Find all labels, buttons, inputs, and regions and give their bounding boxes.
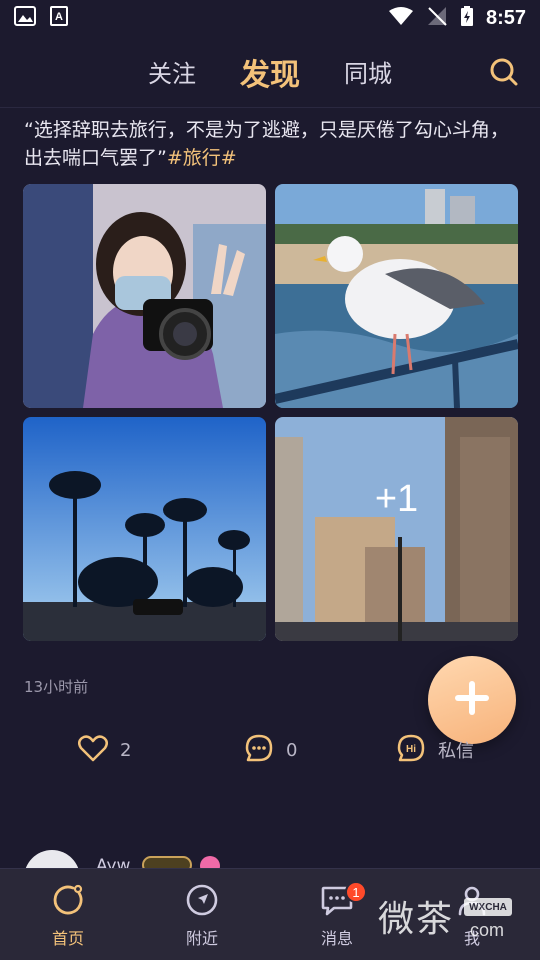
battery-charging-icon: [460, 5, 474, 31]
watermark-sub: com: [470, 920, 505, 940]
like-button[interactable]: 2: [78, 730, 131, 770]
home-icon: [51, 883, 85, 921]
direct-message-button[interactable]: Hi 私信: [396, 730, 474, 770]
no-signal-icon: [426, 6, 448, 30]
next-post-header[interactable]: Ayw: [24, 850, 324, 906]
comment-button[interactable]: 0: [244, 730, 297, 770]
photo-2[interactable]: [275, 184, 518, 408]
status-bar: A 8:57: [0, 0, 540, 36]
post-body: “选择辞职去旅行，不是为了逃避，只是厌倦了勾心斗角，出去喘口气罢了”: [24, 119, 509, 169]
tab-following[interactable]: 关注: [148, 54, 196, 89]
hashtag-link[interactable]: #旅行#: [167, 147, 237, 169]
nav-messages[interactable]: 1 消息: [297, 881, 377, 949]
nav-messages-label: 消息: [320, 929, 353, 948]
nav-nearby[interactable]: 附近: [162, 883, 242, 949]
nav-home[interactable]: 首页: [28, 883, 108, 949]
site-watermark: 微茶 WXCHA com: [378, 888, 528, 948]
clock: 8:57: [485, 6, 526, 29]
unread-badge: 1: [345, 881, 367, 903]
heart-icon: [78, 734, 108, 766]
hi-chat-icon: Hi: [396, 733, 426, 767]
svg-text:Hi: Hi: [406, 744, 416, 755]
search-icon[interactable]: [488, 56, 520, 88]
tab-discover[interactable]: 发现: [240, 50, 300, 94]
dm-label: 私信: [438, 741, 474, 762]
comment-count: 0: [286, 739, 298, 761]
photo-1[interactable]: [23, 184, 266, 408]
gallery-icon: [14, 6, 36, 30]
nearby-icon: [185, 883, 219, 921]
comment-icon: [244, 733, 274, 767]
wifi-icon: [388, 6, 414, 30]
nav-home-label: 首页: [51, 929, 84, 948]
post-text[interactable]: “选择辞职去旅行，不是为了逃避，只是厌倦了勾心斗角，出去喘口气罢了”#旅行#: [24, 116, 516, 172]
watermark-text: 微茶: [378, 899, 455, 940]
font-app-icon: A: [50, 6, 68, 30]
like-count: 2: [120, 739, 132, 761]
photo-4[interactable]: +1: [275, 417, 518, 641]
nav-nearby-label: 附近: [185, 929, 218, 948]
svg-text:A: A: [55, 11, 63, 23]
tab-local[interactable]: 同城: [344, 54, 392, 89]
post-actions: 2 0 Hi 私信: [0, 730, 540, 770]
post-time: 13小时前: [24, 678, 89, 696]
watermark-badge: WXCHA: [464, 898, 512, 916]
photo-3[interactable]: [23, 417, 266, 641]
more-photos-count: +1: [374, 477, 419, 520]
top-tab-bar: 关注 发现 同城: [0, 36, 540, 108]
photo-grid: +1: [23, 184, 518, 642]
plus-icon: [452, 678, 492, 722]
